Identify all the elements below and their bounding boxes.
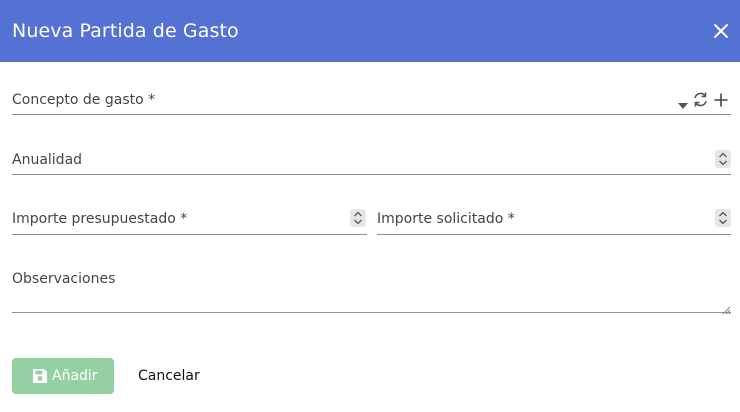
plus-icon[interactable] (714, 92, 728, 107)
dialog-header: Nueva Partida de Gasto (0, 0, 740, 62)
cancel-button-label: Cancelar (138, 368, 200, 384)
anualidad-field[interactable]: Anualidad (12, 144, 731, 175)
anualidad-stepper[interactable] (715, 150, 731, 168)
refresh-icon[interactable] (692, 91, 709, 108)
floppy-disk-icon (31, 367, 49, 385)
dialog-title: Nueva Partida de Gasto (12, 20, 239, 42)
importe-presupuestado-stepper[interactable] (350, 209, 366, 227)
importe-presupuestado-label: Importe presupuestado * (12, 211, 188, 227)
importe-solicitado-stepper[interactable] (715, 209, 731, 227)
concepto-label: Concepto de gasto * (12, 92, 156, 108)
close-icon[interactable] (712, 22, 730, 40)
cancel-button[interactable]: Cancelar (126, 358, 218, 394)
add-button-label: Añadir (52, 368, 98, 384)
importe-solicitado-label: Importe solicitado * (377, 211, 515, 227)
observaciones-textarea[interactable]: Observaciones (12, 263, 731, 315)
importe-solicitado-field[interactable]: Importe solicitado * (377, 203, 731, 235)
dialog: Nueva Partida de Gasto Concepto de gasto… (0, 0, 740, 412)
add-button[interactable]: Añadir (12, 358, 114, 394)
observaciones-label: Observaciones (12, 271, 116, 287)
anualidad-label: Anualidad (12, 152, 83, 168)
importe-presupuestado-field[interactable]: Importe presupuestado * (12, 203, 367, 235)
concepto-select[interactable]: Concepto de gasto * (12, 84, 731, 115)
resize-grip-icon[interactable] (721, 300, 731, 315)
caret-down-icon[interactable] (677, 95, 689, 109)
